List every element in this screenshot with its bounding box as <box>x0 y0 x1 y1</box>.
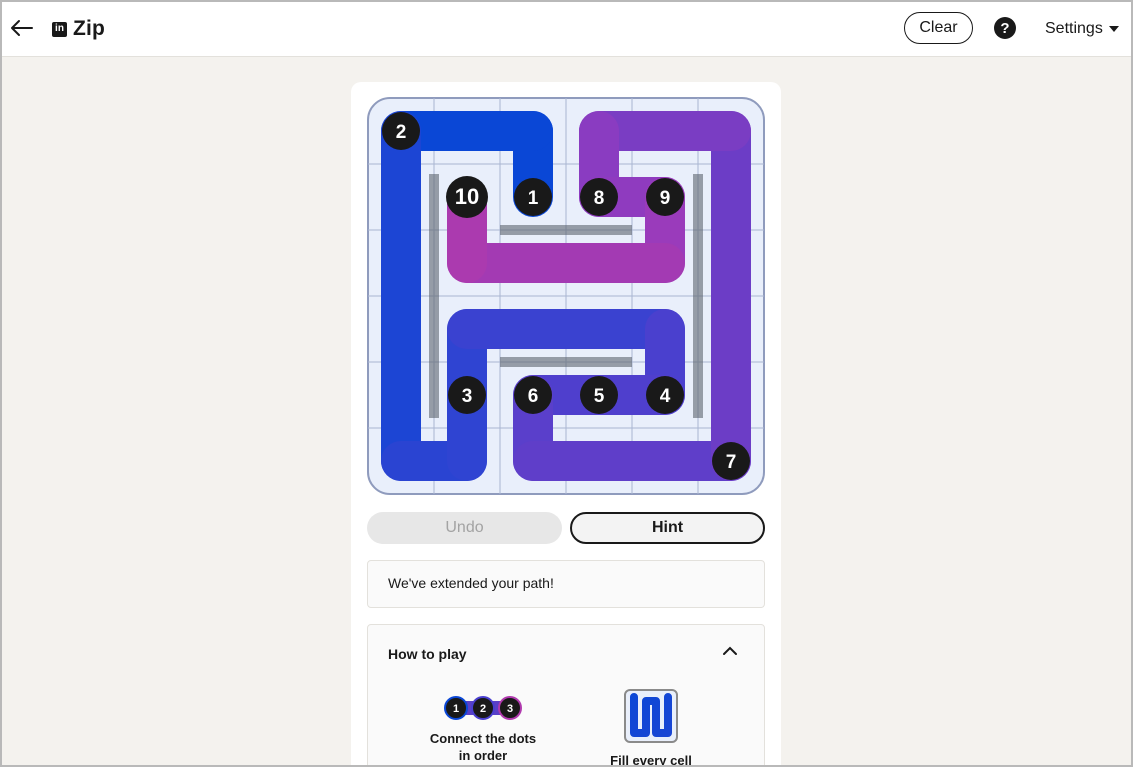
number-dot-1: 1 <box>514 178 552 216</box>
tip-connect-text: Connect the dots in order <box>429 731 537 763</box>
settings-menu[interactable]: Settings <box>1045 20 1119 38</box>
game-title: Zip <box>73 17 106 40</box>
puzzle-board[interactable]: 1 2 3 4 5 6 7 8 9 10 <box>367 97 765 495</box>
tip-fill-cells: Fill every cell <box>586 689 716 767</box>
how-to-play-title: How to play <box>388 646 467 662</box>
number-dot-3: 3 <box>448 376 486 414</box>
settings-label: Settings <box>1045 20 1103 37</box>
chevron-up-icon[interactable] <box>722 646 738 656</box>
dot-label: 4 <box>660 386 671 407</box>
number-dot-5: 5 <box>580 376 618 414</box>
clear-button[interactable]: Clear <box>904 12 973 44</box>
how-to-play-panel: How to play 1 2 3 Connect the dots in or… <box>367 624 765 767</box>
caret-down-icon <box>1108 26 1119 32</box>
dot-label: 8 <box>594 188 605 209</box>
number-dot-7: 7 <box>712 442 750 480</box>
number-dot-9: 9 <box>646 178 684 216</box>
dot-label: 1 <box>528 188 539 209</box>
game-brand: in Zip <box>52 17 105 41</box>
number-dot-2: 2 <box>382 112 420 150</box>
fill-grid-icon <box>624 689 678 743</box>
dot-label: 9 <box>660 188 671 209</box>
number-dot-6: 6 <box>514 376 552 414</box>
undo-button[interactable]: Undo <box>367 512 562 544</box>
tip-dot-label: 2 <box>480 703 486 715</box>
connected-dots-icon: 1 2 3 <box>444 696 522 720</box>
dot-label: 2 <box>396 122 407 143</box>
number-dot-4: 4 <box>646 376 684 414</box>
linkedin-logo-icon: in <box>52 21 67 37</box>
top-bar: in Zip Clear ? Settings <box>0 0 1133 57</box>
tip-dot-label: 1 <box>453 703 459 715</box>
dot-label: 7 <box>726 452 737 473</box>
number-dot-10: 10 <box>446 176 488 218</box>
dot-label: 3 <box>462 386 473 407</box>
number-dot-8: 8 <box>580 178 618 216</box>
tip-fill-text: Fill every cell <box>610 753 692 767</box>
tip-connect-dots: 1 2 3 Connect the dots in order <box>423 695 543 764</box>
dot-label: 5 <box>594 386 605 407</box>
status-message: We've extended your path! <box>367 560 765 608</box>
tip-dot-label: 3 <box>507 703 513 715</box>
help-icon[interactable]: ? <box>994 17 1016 39</box>
dot-label: 6 <box>528 386 539 407</box>
hint-button[interactable]: Hint <box>570 512 765 544</box>
dot-label: 10 <box>455 184 479 209</box>
back-arrow-icon[interactable] <box>8 14 36 42</box>
